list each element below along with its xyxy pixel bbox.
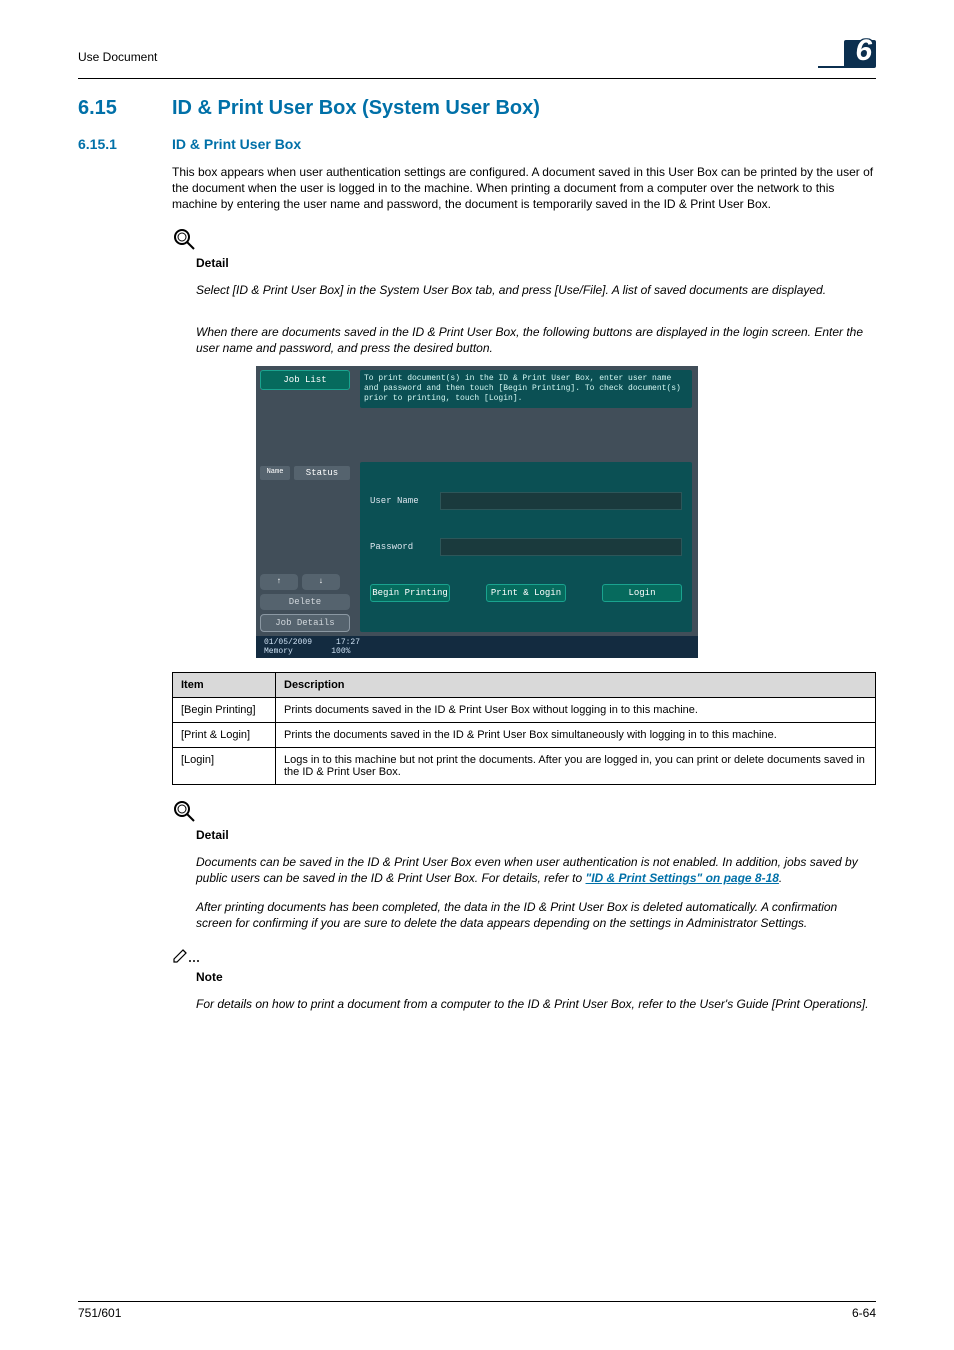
table-row: [Print & Login] Prints the documents sav… xyxy=(173,723,876,748)
intro-paragraph: This box appears when user authenticatio… xyxy=(172,164,876,213)
note-heading: Note xyxy=(196,970,876,984)
footer-memory-label: Memory xyxy=(264,647,293,656)
job-details-button[interactable]: Job Details xyxy=(260,614,350,632)
detail2-p1: Documents can be saved in the ID & Print… xyxy=(196,854,876,886)
item-cell: [Begin Printing] xyxy=(173,698,276,723)
username-label: User Name xyxy=(370,496,440,506)
detail-heading: Detail xyxy=(196,256,876,270)
item-cell: [Login] xyxy=(173,748,276,785)
table-row: [Begin Printing] Prints documents saved … xyxy=(173,698,876,723)
chapter-number: 6 xyxy=(855,34,872,68)
delete-button[interactable]: Delete xyxy=(260,594,350,610)
footer-right: 6-64 xyxy=(852,1306,876,1320)
username-input[interactable] xyxy=(440,492,682,510)
up-arrow-button[interactable]: ↑ xyxy=(260,574,298,590)
breadcrumb: Use Document xyxy=(78,50,157,64)
item-cell: [Print & Login] xyxy=(173,723,276,748)
pencil-icon xyxy=(172,945,202,968)
login-button[interactable]: Login xyxy=(602,584,682,602)
subsection-title: ID & Print User Box xyxy=(172,136,301,152)
name-column: Name xyxy=(260,466,290,480)
footer-memory-value: 100% xyxy=(331,647,350,656)
begin-printing-button[interactable]: Begin Printing xyxy=(370,584,450,602)
desc-cell: Prints documents saved in the ID & Print… xyxy=(276,698,876,723)
page-header: Use Document 6 xyxy=(78,40,876,79)
machine-footer: 01/05/2009 17:27 Memory 100% xyxy=(256,636,698,658)
section-number: 6.15 xyxy=(78,97,172,120)
table-row: [Login] Logs in to this machine but not … xyxy=(173,748,876,785)
subsection-number: 6.15.1 xyxy=(78,136,172,152)
note-text: For details on how to print a document f… xyxy=(196,996,876,1012)
down-arrow-button[interactable]: ↓ xyxy=(302,574,340,590)
job-list-tab[interactable]: Job List xyxy=(260,370,350,390)
page-footer: 751/601 6-64 xyxy=(78,1301,876,1320)
password-input[interactable] xyxy=(440,538,682,556)
password-label: Password xyxy=(370,542,440,552)
magnifier-icon xyxy=(172,799,196,826)
status-column: Status xyxy=(294,466,350,480)
print-login-button[interactable]: Print & Login xyxy=(486,584,566,602)
chapter-badge: 6 xyxy=(840,40,876,74)
footer-left: 751/601 xyxy=(78,1306,121,1320)
col-item: Item xyxy=(173,673,276,698)
desc-cell: Logs in to this machine but not print th… xyxy=(276,748,876,785)
detail2-p2: After printing documents has been comple… xyxy=(196,899,876,931)
detail1-p2: When there are documents saved in the ID… xyxy=(196,324,876,356)
col-description: Description xyxy=(276,673,876,698)
detail-heading: Detail xyxy=(196,828,876,842)
footer-time: 17:27 xyxy=(336,638,360,647)
detail1-p1: Select [ID & Print User Box] in the Syst… xyxy=(196,282,876,298)
section-title: ID & Print User Box (System User Box) xyxy=(172,97,540,120)
instruction-text: To print document(s) in the ID & Print U… xyxy=(360,370,692,408)
footer-date: 01/05/2009 xyxy=(264,638,312,647)
id-print-settings-link[interactable]: "ID & Print Settings" on page 8-18 xyxy=(586,871,779,885)
magnifier-icon xyxy=(172,227,196,254)
login-screen-figure: Job List To print document(s) in the ID … xyxy=(256,366,698,658)
description-table: Item Description [Begin Printing] Prints… xyxy=(172,672,876,785)
desc-cell: Prints the documents saved in the ID & P… xyxy=(276,723,876,748)
